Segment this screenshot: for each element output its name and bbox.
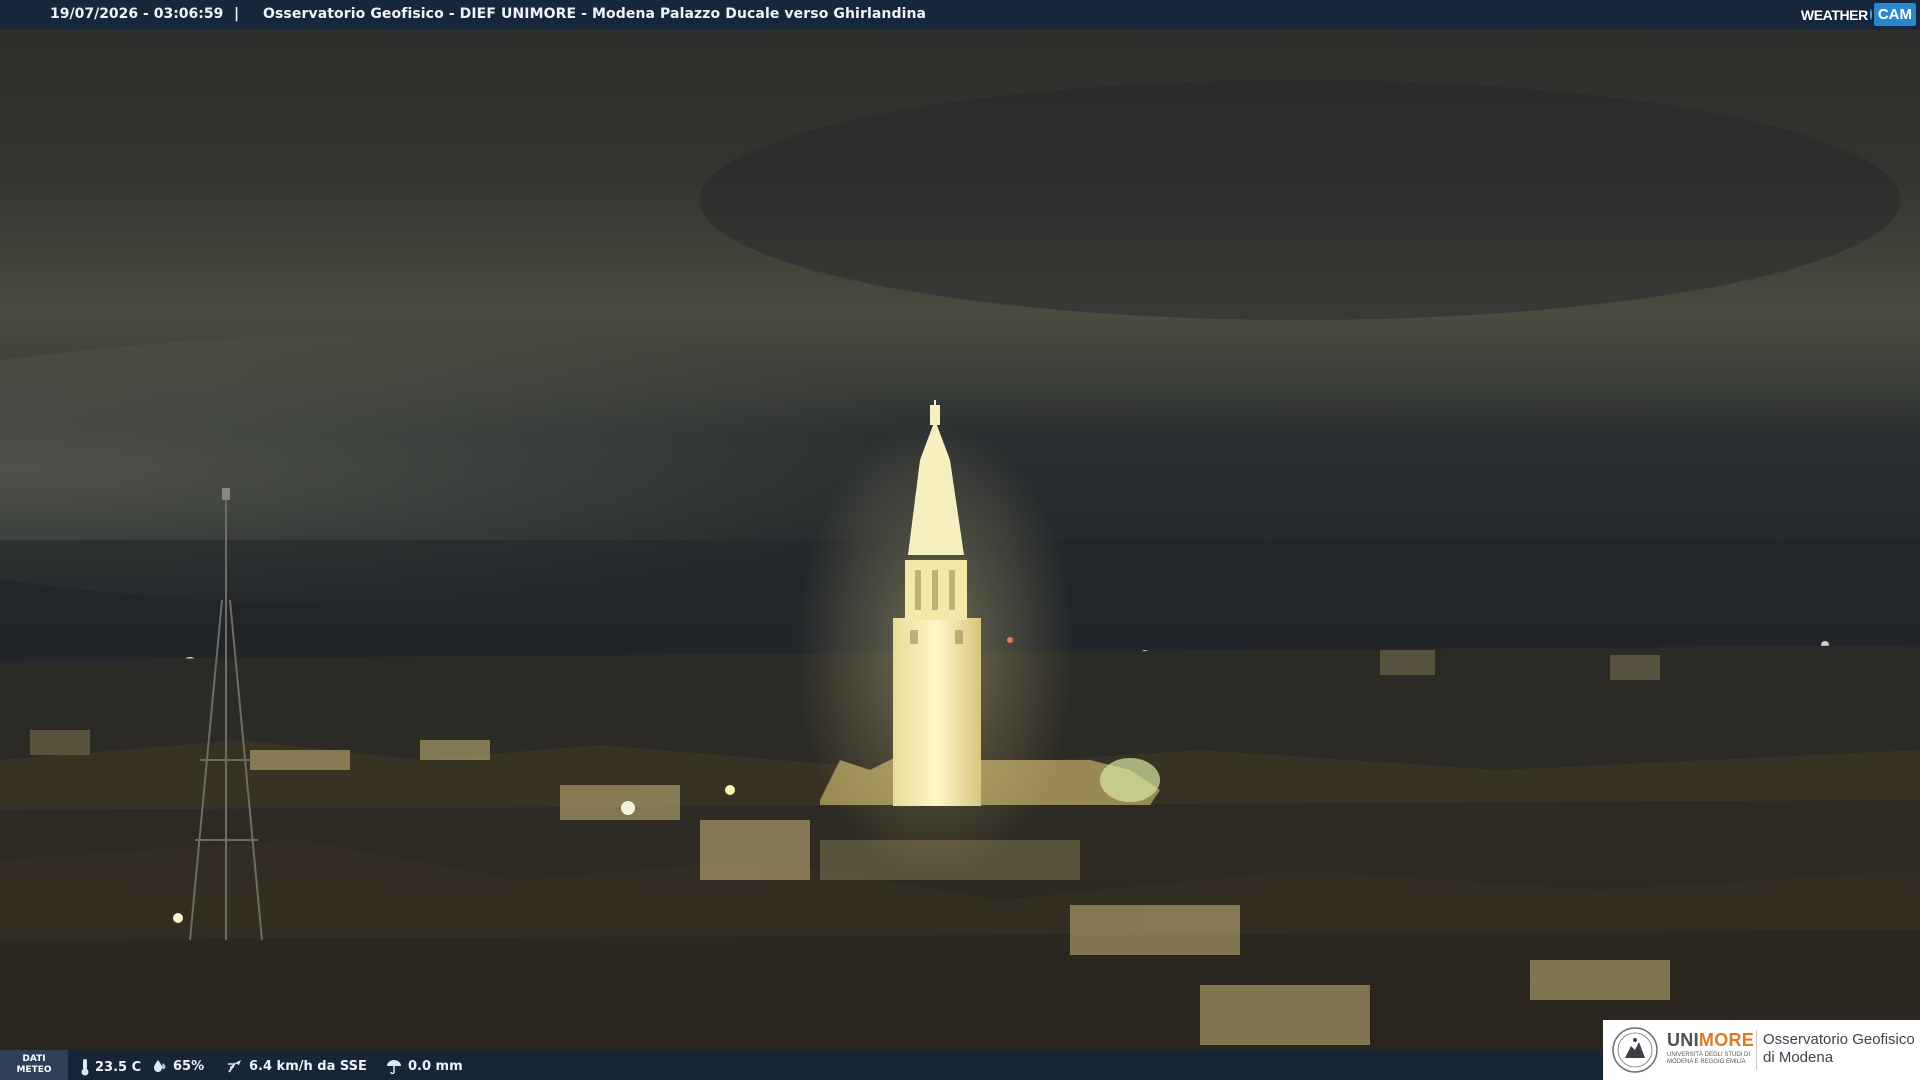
thermometer-icon: [81, 1059, 89, 1076]
unimore-name-main: UNI: [1667, 1030, 1699, 1050]
header-bar: 19/07/2026 - 03:06:59 | Osservatorio Geo…: [0, 0, 1920, 29]
observatory-line1: Osservatorio Geofisico: [1763, 1031, 1915, 1048]
rain-readout: 0.0 mm: [385, 1058, 463, 1074]
humidity-value: 65%: [173, 1058, 205, 1074]
camera-title: Osservatorio Geofisico - DIEF UNIMORE - …: [263, 6, 927, 22]
wind-readout: 6.4 km/h da SSE: [226, 1058, 367, 1074]
temperature-readout: 23.5 C: [80, 1058, 141, 1076]
wind-value: 6.4 km/h da SSE: [249, 1058, 367, 1074]
weather-label-line2: METEO: [16, 1065, 52, 1075]
wind-icon: [228, 1060, 241, 1073]
logo-dot-icon: [1869, 9, 1872, 20]
header-separator: |: [234, 6, 240, 22]
university-seal-icon: [1612, 1027, 1658, 1073]
weather-label-line1: DATI: [22, 1054, 46, 1064]
umbrella-icon: [387, 1060, 401, 1074]
weathercam-logo: WEATHER CAM: [1801, 0, 1920, 29]
unimore-name: UNIMORE: [1667, 1030, 1754, 1051]
unimore-name-accent: MORE: [1698, 1030, 1755, 1050]
webcam-scene: [0, 0, 1920, 1080]
logo-cam-text: CAM: [1873, 3, 1916, 26]
humidity-readout: 65%: [152, 1058, 204, 1074]
temperature-value: 23.5 C: [95, 1059, 142, 1075]
weather-section-label: DATI METEO: [0, 1050, 68, 1080]
timestamp: 19/07/2026 - 03:06:59: [50, 6, 224, 22]
unimore-subtitle: UNIVERSITÀ DEGLI STUDI DI MODENA E REGGI…: [1667, 1052, 1751, 1065]
logo-divider: [1756, 1030, 1757, 1070]
rain-value: 0.0 mm: [408, 1058, 463, 1074]
unimore-logo: UNIMORE UNIVERSITÀ DEGLI STUDI DI MODENA…: [1603, 1020, 1920, 1080]
humidity-drop-icon: [154, 1060, 166, 1072]
logo-weather-text: WEATHER: [1800, 6, 1868, 23]
observatory-name: Osservatorio Geofisico di Modena: [1763, 1031, 1915, 1067]
observatory-line2: di Modena: [1763, 1049, 1834, 1066]
